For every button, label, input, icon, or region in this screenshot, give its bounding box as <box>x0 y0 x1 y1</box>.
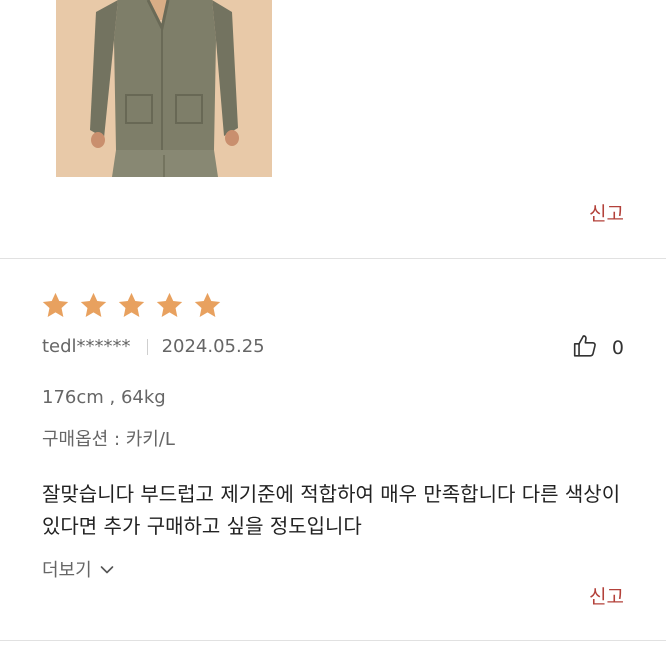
star-icon <box>42 292 69 317</box>
meta-separator <box>146 338 148 355</box>
star-icon <box>118 292 145 317</box>
reviewer-username: tedl****** <box>42 336 131 357</box>
purchase-option: 구매옵션 : 카키/L <box>42 429 175 450</box>
review-photo-image <box>56 0 272 177</box>
star-rating <box>41 291 222 320</box>
review-photo[interactable] <box>56 0 272 177</box>
like-count: 0 <box>611 337 624 359</box>
review-meta: tedl****** 2024.05.25 <box>42 336 265 357</box>
review-date: 2024.05.25 <box>161 336 265 357</box>
report-button[interactable]: 신고 <box>589 199 624 226</box>
review-text: 잘맞습니다 부드럽고 제기준에 적합하여 매우 만족합니다 다른 색상이 있다면… <box>42 482 621 538</box>
star-icon <box>80 292 107 317</box>
review-divider <box>0 640 666 641</box>
chevron-down-icon <box>100 559 114 580</box>
star-icon <box>156 292 183 317</box>
reviewer-body-info: 176cm , 64kg <box>42 387 166 408</box>
like-button[interactable]: 0 <box>572 333 624 363</box>
more-button[interactable]: 더보기 <box>42 556 114 582</box>
thumbs-up-icon <box>572 333 598 363</box>
more-label: 더보기 <box>42 560 92 581</box>
star-icon <box>194 292 221 317</box>
report-button[interactable]: 신고 <box>589 582 624 609</box>
review-divider <box>0 258 666 259</box>
